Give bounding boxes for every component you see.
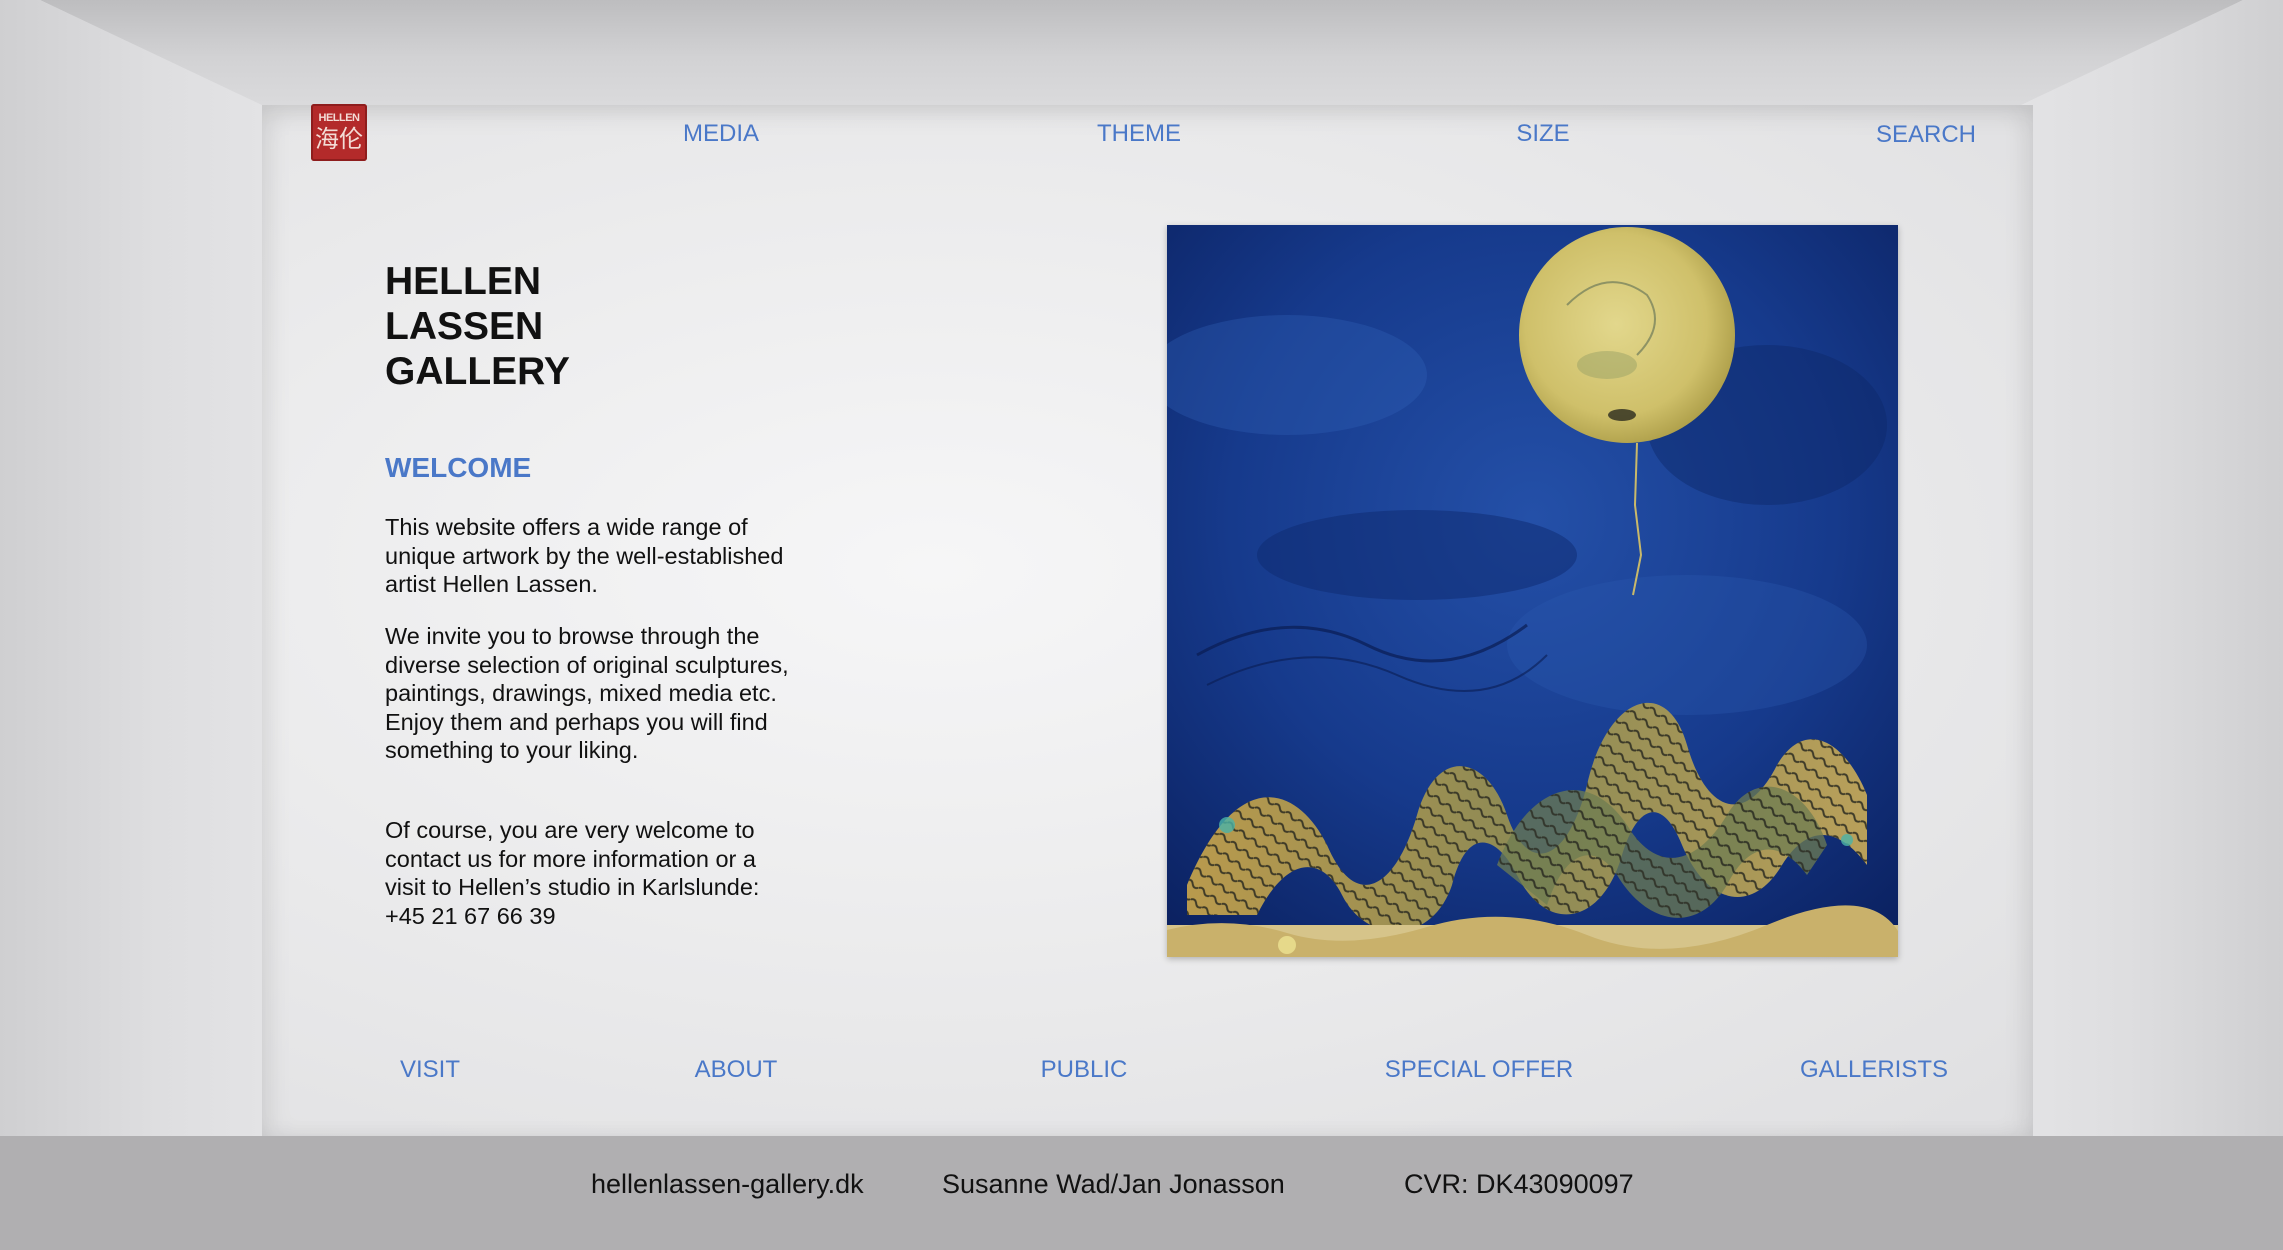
nav-media[interactable]: MEDIA — [683, 120, 759, 148]
featured-artwork-image[interactable] — [1167, 225, 1898, 957]
nav-search[interactable]: SEARCH — [1876, 121, 1976, 149]
nav-special-offer[interactable]: SPECIAL OFFER — [1385, 1056, 1573, 1084]
welcome-heading: WELCOME — [385, 452, 532, 483]
nav-size[interactable]: SIZE — [1516, 120, 1569, 148]
nav-theme[interactable]: THEME — [1097, 120, 1181, 148]
logo-text-chinese: 海伦 — [315, 125, 363, 153]
footer-domain: hellenlassen-gallery.dk — [591, 1169, 864, 1199]
nav-gallerists[interactable]: GALLERISTS — [1800, 1056, 1948, 1084]
nav-about[interactable]: ABOUT — [695, 1056, 778, 1084]
artwork-painting — [1167, 225, 1898, 957]
nav-public[interactable]: PUBLIC — [1041, 1056, 1128, 1084]
logo-seal[interactable]: HELLEN 海伦 — [311, 104, 367, 161]
contact-paragraph: Of course, you are very welcome to conta… — [385, 817, 760, 929]
footer-owners: Susanne Wad/Jan Jonasson — [942, 1169, 1285, 1199]
logo-text-latin: HELLEN — [318, 112, 361, 124]
browse-paragraph: We invite you to browse through the dive… — [385, 623, 789, 764]
left-wall — [0, 0, 262, 1136]
ceiling — [40, 0, 2243, 105]
gallery-room-background — [0, 0, 2283, 1136]
gallery-title: HELLEN LASSEN GALLERY — [385, 260, 570, 393]
right-wall — [2021, 0, 2283, 1136]
footer-cvr: CVR: DK43090097 — [1404, 1169, 1634, 1199]
nav-visit[interactable]: VISIT — [400, 1056, 460, 1084]
intro-paragraph: This website offers a wide range of uniq… — [385, 514, 784, 598]
